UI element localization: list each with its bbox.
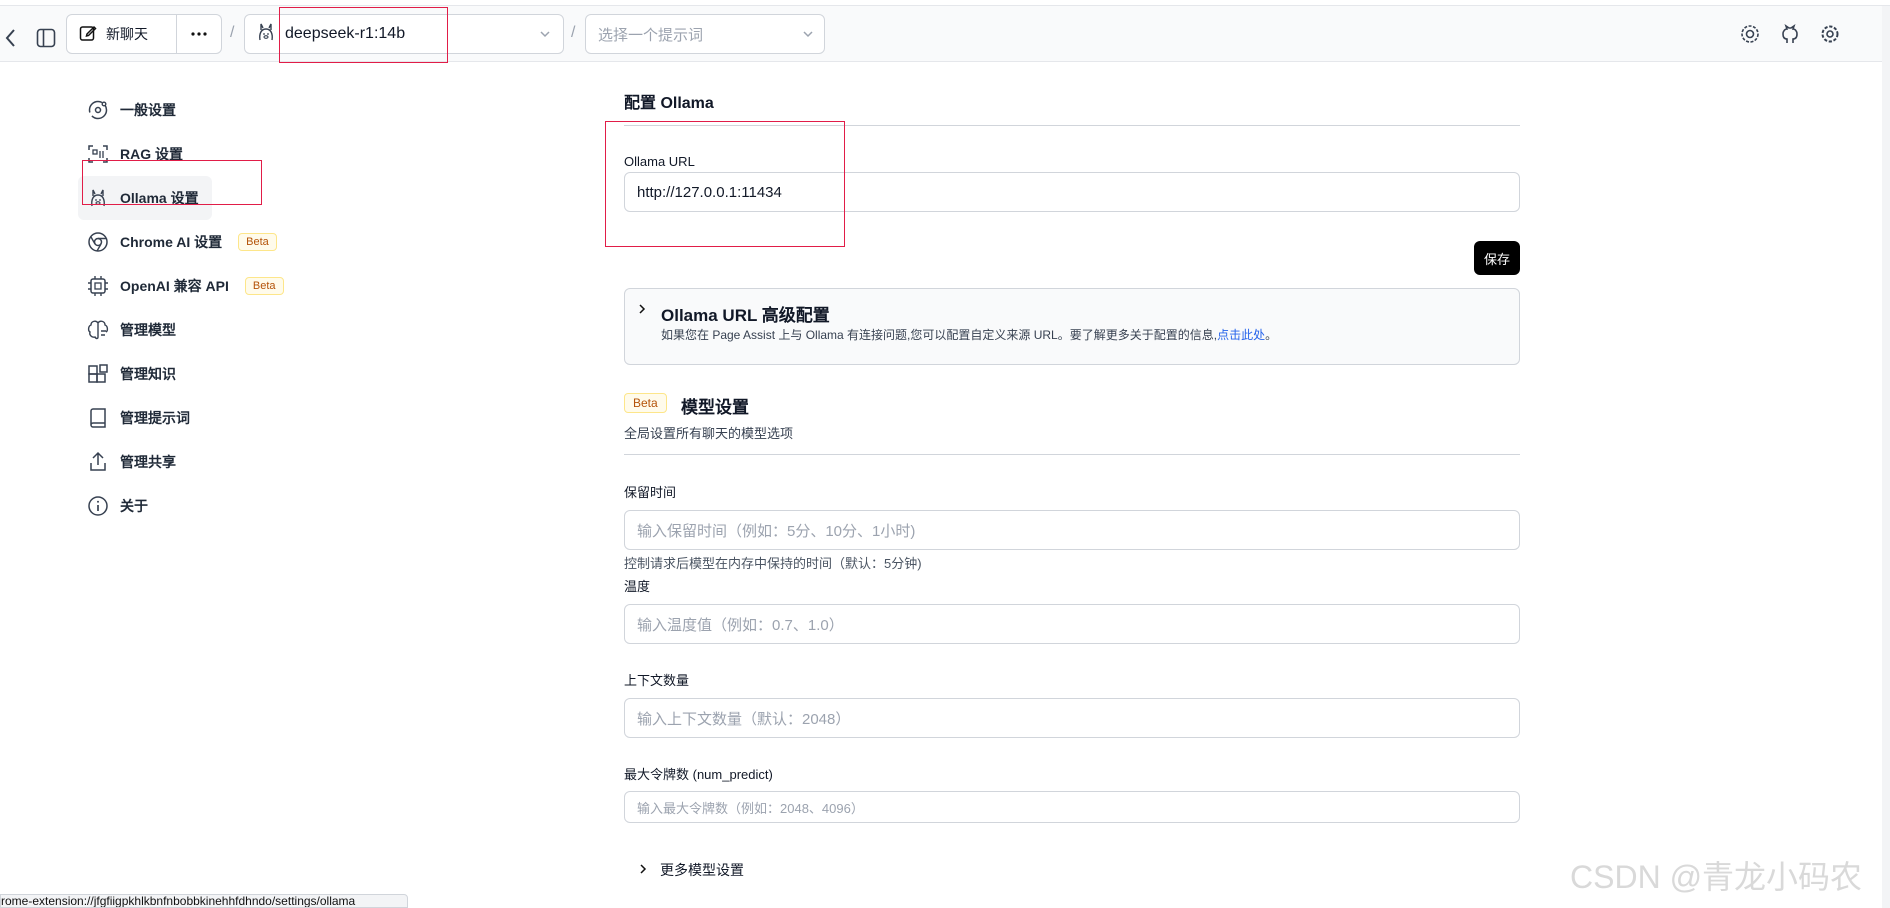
beta-badge: Beta [238, 233, 277, 251]
status-bar-url: rome-extension://jfgfiigpkhlkbnfnbobbkin… [0, 894, 408, 908]
annotation-box-url [605, 121, 845, 247]
model-settings-subtitle: 全局设置所有聊天的模型选项 [624, 426, 794, 441]
keep-alive-label: 保留时间 [624, 485, 677, 500]
nav-item-label: Chrome AI 设置 [120, 234, 223, 250]
beta-badge: Beta [624, 393, 667, 413]
chrome-icon [86, 230, 110, 254]
nav-item-models[interactable]: 管理模型 [78, 308, 298, 352]
nav-item-prompts[interactable]: 管理提示词 [78, 396, 298, 440]
sidebar-toggle-icon[interactable] [34, 20, 58, 56]
separator: / [230, 24, 235, 41]
advanced-title: Ollama URL 高级配置 [661, 306, 830, 325]
chevron-right-icon [637, 302, 647, 320]
max-tokens-input[interactable]: 输入最大令牌数（例如：2048、4096） [624, 791, 1520, 823]
ollama-settings-icon[interactable] [1738, 20, 1762, 48]
temperature-label: 温度 [624, 579, 651, 594]
more-options-icon[interactable] [177, 15, 221, 53]
nav-item-label: 管理知识 [120, 366, 176, 382]
nav-item-chrome-ai[interactable]: Chrome AI 设置 Beta [78, 220, 298, 264]
page-scrollbar[interactable] [1882, 6, 1890, 908]
nav-item-share[interactable]: 管理共享 [78, 440, 298, 484]
more-model-settings-toggle[interactable]: 更多模型设置 [638, 860, 744, 880]
nav-item-label: 管理模型 [120, 322, 176, 338]
ollama-llama-icon [257, 22, 275, 47]
max-tokens-label: 最大令牌数 (num_predict) [624, 767, 773, 782]
divider [624, 454, 1520, 455]
brain-icon [86, 318, 110, 342]
settings-gear-icon[interactable] [1818, 20, 1842, 48]
save-button[interactable]: 保存 [1474, 241, 1520, 275]
keep-alive-input[interactable]: 输入保留时间（例如：5分、10分、1小时) [624, 510, 1520, 550]
chevron-down-icon [802, 27, 814, 44]
info-icon [86, 494, 110, 518]
nav-item-label: OpenAI 兼容 API [120, 278, 229, 294]
nav-item-label: 关于 [120, 498, 148, 514]
nav-item-knowledge[interactable]: 管理知识 [78, 352, 298, 396]
new-chat-button[interactable]: 新聊天 [67, 15, 177, 53]
context-label: 上下文数量 [624, 673, 690, 688]
advanced-description-end: 。 [1265, 328, 1278, 342]
more-model-settings-label: 更多模型设置 [660, 862, 744, 878]
share-icon [86, 450, 110, 474]
nav-item-label: 管理共享 [120, 454, 176, 470]
settings-nav: 一般设置 RAG 设置 Ollama 设置 Chrome AI 设置 Beta … [78, 88, 298, 528]
chevron-down-icon [539, 27, 551, 45]
chevron-right-icon [638, 862, 648, 878]
advanced-description-text: 如果您在 Page Assist 上与 Ollama 有连接问题,您可以配置自定… [661, 328, 1218, 342]
advanced-description: 如果您在 Page Assist 上与 Ollama 有连接问题,您可以配置自定… [661, 326, 1277, 343]
header-actions [1738, 20, 1842, 48]
watermark: CSDN @青龙小码农 [1570, 859, 1863, 895]
orbit-icon [86, 98, 110, 122]
github-icon[interactable] [1778, 20, 1802, 48]
cpu-icon [86, 274, 110, 298]
edit-icon [79, 24, 97, 45]
nav-item-general[interactable]: 一般设置 [78, 88, 298, 132]
ollama-section-title: 配置 Ollama [624, 95, 714, 112]
prompt-placeholder: 选择一个提示词 [598, 26, 704, 44]
ollama-url-advanced-panel[interactable]: Ollama URL 高级配置 如果您在 Page Assist 上与 Olla… [624, 288, 1520, 365]
nav-item-label: 一般设置 [120, 102, 176, 118]
keep-alive-help: 控制请求后模型在内存中保持的时间（默认：5分钟) [624, 556, 922, 571]
temperature-input[interactable]: 输入温度值（例如：0.7、1.0） [624, 604, 1520, 644]
new-chat-label: 新聊天 [106, 26, 148, 42]
nav-item-label: 管理提示词 [120, 410, 190, 426]
prompt-select[interactable]: 选择一个提示词 [585, 14, 825, 54]
book-icon [86, 406, 110, 430]
click-here-link[interactable]: 点击此处 [1217, 328, 1265, 342]
beta-badge: Beta [244, 277, 284, 295]
separator: / [571, 24, 576, 41]
blocks-icon [86, 362, 110, 386]
back-chevron-icon[interactable] [0, 20, 20, 56]
nav-item-about[interactable]: 关于 [78, 484, 298, 528]
context-input[interactable]: 输入上下文数量（默认：2048） [624, 698, 1520, 738]
annotation-box-model [279, 7, 448, 63]
nav-item-openai[interactable]: OpenAI 兼容 API Beta [78, 264, 298, 308]
annotation-box-ollama-nav [82, 160, 262, 205]
new-chat-group: 新聊天 [66, 14, 222, 54]
model-settings-title: 模型设置 [681, 398, 749, 417]
